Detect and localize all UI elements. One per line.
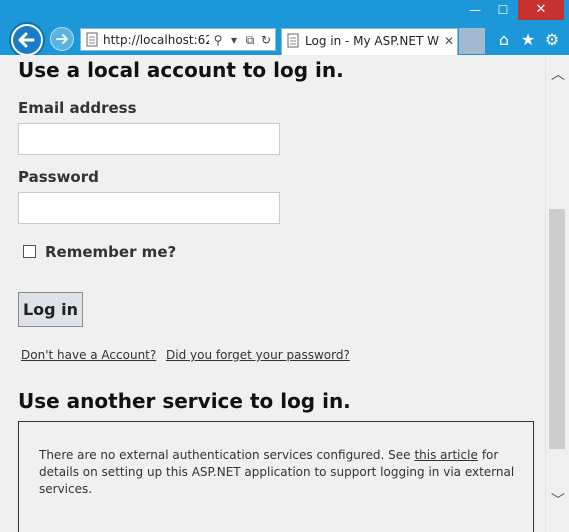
new-tab-button[interactable]	[459, 28, 485, 54]
address-text[interactable]: http://localhost:624	[103, 33, 209, 47]
back-arrow-icon	[13, 26, 41, 54]
page-icon	[287, 33, 299, 48]
close-button[interactable]: ✕	[518, 0, 564, 20]
home-icon[interactable]: ⌂	[494, 30, 514, 50]
gear-icon[interactable]: ⚙	[542, 30, 562, 50]
forgot-password-link[interactable]: Did you forget your password?	[166, 348, 350, 362]
external-text-before: There are no external authentication ser…	[39, 448, 411, 462]
local-login-heading: Use a local account to log in.	[18, 58, 344, 82]
compatibility-view-icon[interactable]: ⧉	[243, 32, 257, 48]
page-viewport: Use a local account to log in. Email add…	[0, 55, 545, 532]
register-link[interactable]: Don't have a Account?	[21, 348, 156, 362]
minimize-button[interactable]: —	[462, 0, 488, 20]
chevron-down-icon[interactable]: ▾	[227, 32, 241, 48]
external-services-panel: There are no external authentication ser…	[18, 421, 534, 532]
external-login-heading: Use another service to log in.	[18, 389, 351, 413]
email-field[interactable]	[18, 123, 280, 155]
tab-login[interactable]: Log in - My ASP.NET W... ✕	[281, 28, 458, 55]
this-article-link[interactable]: this article	[414, 448, 477, 462]
external-services-text: There are no external authentication ser…	[39, 447, 517, 498]
page-icon	[86, 32, 98, 47]
password-label: Password	[18, 168, 99, 186]
address-bar[interactable]: http://localhost:624 ⚲ ▾ ⧉ ↻	[80, 28, 276, 51]
forward-arrow-icon	[56, 34, 68, 44]
scroll-up-icon[interactable]: ︿	[546, 65, 569, 85]
remember-me-label[interactable]: Remember me?	[45, 243, 176, 261]
scroll-down-icon[interactable]: ﹀	[546, 491, 569, 511]
scroll-thumb[interactable]	[549, 209, 565, 449]
refresh-icon[interactable]: ↻	[259, 32, 273, 48]
remember-me-checkbox[interactable]	[23, 245, 36, 258]
tab-title: Log in - My ASP.NET W...	[305, 34, 439, 48]
back-button[interactable]	[9, 22, 45, 58]
vertical-scrollbar[interactable]: ︿ ﹀	[545, 55, 569, 532]
password-field[interactable]	[18, 192, 280, 224]
email-label: Email address	[18, 99, 137, 117]
forward-button[interactable]	[50, 27, 74, 51]
maximize-button[interactable]: ☐	[490, 0, 516, 20]
login-button[interactable]: Log in	[18, 292, 83, 327]
close-icon[interactable]: ✕	[442, 33, 456, 49]
favorites-icon[interactable]: ★	[518, 30, 538, 50]
search-icon[interactable]: ⚲	[211, 32, 225, 48]
